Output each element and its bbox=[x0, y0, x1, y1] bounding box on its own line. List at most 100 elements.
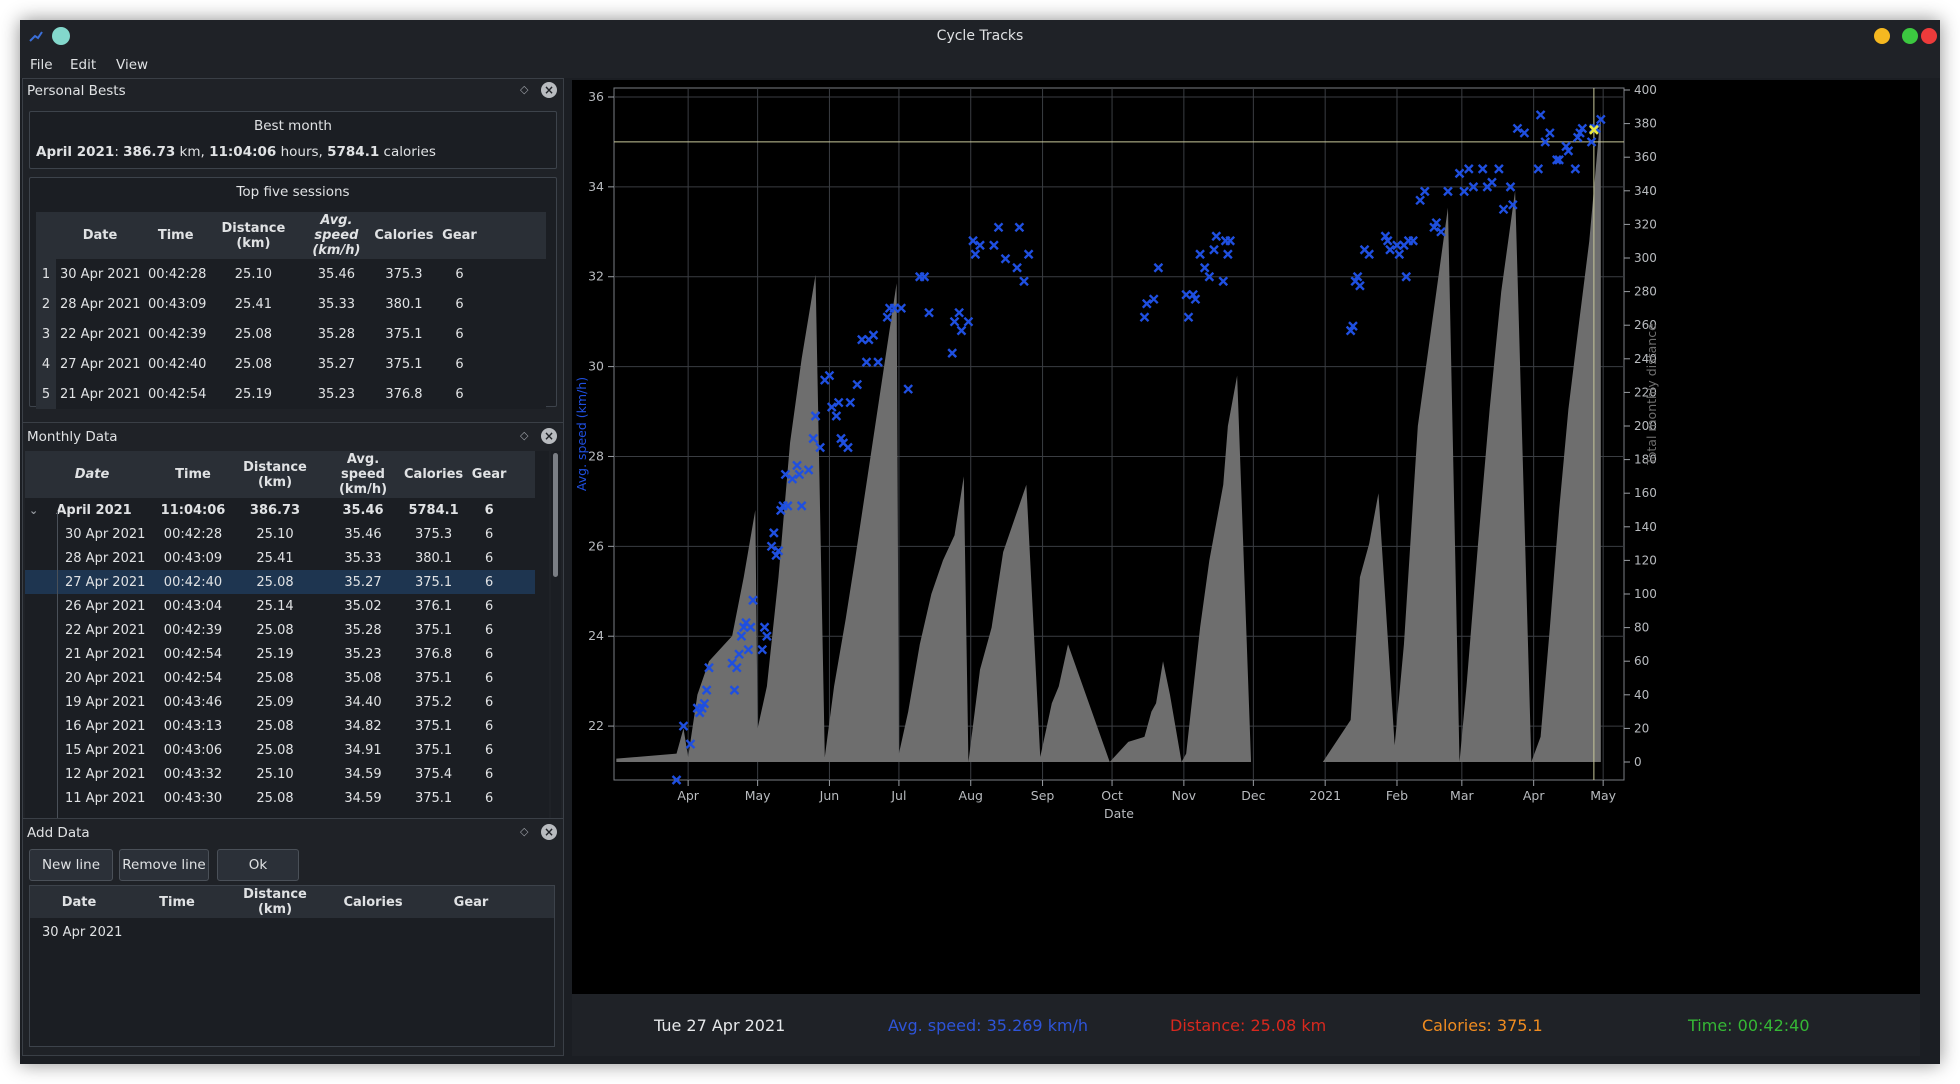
speed-point[interactable] bbox=[975, 240, 985, 251]
speed-point[interactable] bbox=[845, 397, 856, 408]
table-row[interactable]: 5 21 Apr 2021 00:42:54 25.19 35.23 376.8… bbox=[36, 379, 546, 409]
day-row[interactable]: 12 Apr 2021 00:43:32 25.10 34.59 375.4 6 bbox=[25, 762, 535, 786]
speed-point[interactable] bbox=[970, 249, 981, 260]
speed-point[interactable] bbox=[768, 528, 779, 538]
date-input-cell[interactable]: 30 Apr 2021 bbox=[30, 918, 128, 946]
column-header[interactable]: Date bbox=[25, 451, 159, 498]
speed-point[interactable] bbox=[949, 316, 960, 327]
speed-point[interactable] bbox=[1225, 235, 1236, 246]
speed-point[interactable] bbox=[882, 312, 893, 323]
column-header[interactable]: Avg. speed (km/h) bbox=[323, 451, 403, 498]
speed-point[interactable] bbox=[1148, 294, 1159, 305]
speed-point[interactable] bbox=[1519, 128, 1530, 138]
speed-distance-chart[interactable]: Apr May Jun Jul Aug Sep Oct Nov Dec 2021 Feb Mar Apr… bbox=[572, 80, 1920, 992]
speed-point[interactable] bbox=[1019, 276, 1029, 287]
column-header[interactable]: Time bbox=[144, 212, 208, 259]
column-header[interactable]: Calories bbox=[403, 451, 465, 498]
menu-view[interactable]: View bbox=[116, 57, 148, 73]
column-header[interactable]: Distance (km) bbox=[226, 886, 324, 918]
speed-point[interactable] bbox=[1355, 280, 1365, 291]
column-header[interactable]: Gear bbox=[422, 886, 520, 918]
remove-line-button[interactable]: Remove line bbox=[119, 849, 209, 881]
speed-point[interactable] bbox=[1498, 204, 1509, 215]
speed-point[interactable] bbox=[1463, 164, 1474, 174]
speed-point[interactable] bbox=[1408, 235, 1419, 246]
speed-point[interactable] bbox=[1141, 298, 1152, 309]
speed-point[interactable] bbox=[903, 384, 914, 394]
close-window-button[interactable] bbox=[1921, 28, 1937, 44]
table-row[interactable]: 1 30 Apr 2021 00:42:28 25.10 35.46 375.3… bbox=[36, 259, 546, 289]
speed-point[interactable] bbox=[1195, 249, 1205, 260]
column-header[interactable]: Gear bbox=[434, 212, 485, 259]
speed-point[interactable] bbox=[1570, 164, 1581, 174]
table-row[interactable]: 30 Apr 2021 bbox=[30, 918, 554, 946]
speed-point[interactable] bbox=[1494, 164, 1504, 174]
speed-point[interactable] bbox=[873, 357, 883, 367]
speed-point[interactable] bbox=[1000, 253, 1011, 264]
float-panel-icon[interactable]: ◇ bbox=[520, 430, 530, 441]
ok-button[interactable]: Ok bbox=[217, 849, 299, 881]
close-panel-icon[interactable]: × bbox=[541, 428, 557, 444]
day-row[interactable]: 27 Apr 2021 00:42:40 25.08 35.27 375.1 6 bbox=[25, 570, 535, 594]
menu-file[interactable]: File bbox=[30, 57, 53, 73]
speed-point[interactable] bbox=[1223, 249, 1233, 260]
speed-point[interactable] bbox=[1199, 262, 1210, 273]
speed-point[interactable] bbox=[1012, 262, 1022, 273]
table-row[interactable]: 2 28 Apr 2021 00:43:09 25.41 35.33 380.1… bbox=[36, 289, 546, 319]
table-row[interactable]: 4 27 Apr 2021 00:42:40 25.08 35.27 375.1… bbox=[36, 349, 546, 379]
plot-area[interactable]: Apr May Jun Jul Aug Sep Oct Nov Dec 2021 Feb Mar Apr… bbox=[572, 80, 1920, 1016]
column-header[interactable]: Date bbox=[30, 886, 128, 918]
speed-point[interactable] bbox=[1014, 222, 1025, 233]
speed-point[interactable] bbox=[1209, 244, 1219, 255]
speed-point[interactable] bbox=[989, 240, 999, 251]
column-header[interactable]: Distance (km) bbox=[227, 451, 323, 498]
calories-input-cell[interactable] bbox=[324, 918, 422, 946]
speed-point[interactable] bbox=[1153, 262, 1164, 273]
day-row[interactable]: 26 Apr 2021 00:43:04 25.14 35.02 376.1 6 bbox=[25, 594, 535, 618]
close-panel-icon[interactable]: × bbox=[541, 824, 557, 840]
speed-point[interactable] bbox=[861, 357, 872, 367]
column-header[interactable]: Time bbox=[159, 451, 227, 498]
speed-point[interactable] bbox=[831, 411, 842, 421]
speed-point[interactable] bbox=[1477, 164, 1488, 174]
new-line-button[interactable]: New line bbox=[29, 849, 113, 881]
day-row[interactable]: 20 Apr 2021 00:42:54 25.08 35.08 375.1 6 bbox=[25, 666, 535, 690]
speed-point[interactable] bbox=[759, 622, 770, 633]
day-row[interactable]: 21 Apr 2021 00:42:54 25.19 35.23 376.8 6 bbox=[25, 642, 535, 666]
month-row[interactable]: ⌄ April 2021 11:04:06 386.73 35.46 5784.… bbox=[25, 498, 535, 522]
time-input-cell[interactable] bbox=[128, 918, 226, 946]
float-panel-icon[interactable]: ◇ bbox=[520, 826, 530, 837]
collapse-chevron-icon[interactable]: ⌄ bbox=[29, 504, 38, 517]
day-row[interactable]: 15 Apr 2021 00:43:06 25.08 34.91 375.1 6 bbox=[25, 738, 535, 762]
speed-point[interactable] bbox=[1139, 312, 1150, 323]
day-row[interactable]: 19 Apr 2021 00:43:46 25.09 34.40 375.2 6 bbox=[25, 690, 535, 714]
float-panel-icon[interactable]: ◇ bbox=[520, 84, 530, 95]
speed-point[interactable] bbox=[1533, 164, 1544, 174]
maximize-button[interactable] bbox=[1902, 28, 1918, 44]
speed-point[interactable] bbox=[1385, 244, 1395, 255]
speed-point[interactable] bbox=[1487, 177, 1497, 188]
table-row[interactable]: 3 22 Apr 2021 00:42:39 25.08 35.28 375.1… bbox=[36, 319, 546, 349]
speed-point[interactable] bbox=[757, 644, 768, 655]
column-header[interactable]: Time bbox=[128, 886, 226, 918]
speed-point[interactable] bbox=[1443, 186, 1453, 197]
speed-point[interactable] bbox=[993, 222, 1004, 233]
speed-point[interactable] bbox=[833, 397, 844, 408]
vertical-scrollbar[interactable] bbox=[551, 451, 561, 831]
column-header[interactable]: Distance (km) bbox=[207, 212, 300, 259]
speed-point[interactable] bbox=[1364, 249, 1375, 260]
gear-input-cell[interactable] bbox=[422, 918, 520, 946]
minimize-button[interactable] bbox=[1874, 28, 1890, 44]
speed-point[interactable] bbox=[852, 379, 863, 390]
day-row[interactable]: 16 Apr 2021 00:43:13 25.08 34.82 375.1 6 bbox=[25, 714, 535, 738]
column-header[interactable]: Avg. speed (km/h) bbox=[299, 212, 374, 259]
speed-point[interactable] bbox=[956, 325, 967, 336]
day-row[interactable]: 11 Apr 2021 00:43:30 25.08 34.59 375.1 6 bbox=[25, 786, 535, 810]
menu-edit[interactable]: Edit bbox=[70, 57, 96, 73]
speed-point[interactable] bbox=[1512, 123, 1523, 134]
speed-point[interactable] bbox=[1218, 276, 1229, 287]
speed-point[interactable] bbox=[1211, 231, 1222, 242]
speed-point[interactable] bbox=[1436, 226, 1446, 237]
column-header[interactable]: Calories bbox=[373, 212, 435, 259]
speed-point[interactable] bbox=[1023, 249, 1034, 260]
